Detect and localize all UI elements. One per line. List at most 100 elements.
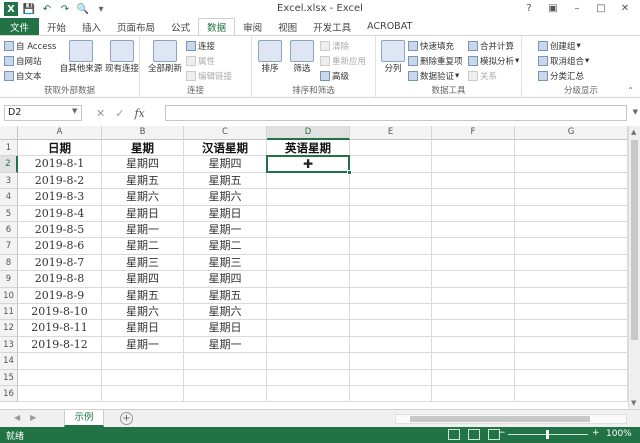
cell-g10[interactable] bbox=[515, 287, 628, 304]
sort-button[interactable]: 排序 bbox=[256, 40, 284, 75]
row-header-12[interactable]: 12 bbox=[0, 320, 18, 337]
ungroup-button[interactable]: 取消组合 ▾ bbox=[538, 55, 589, 67]
cell-f13[interactable] bbox=[432, 336, 515, 354]
column-header-f[interactable]: F bbox=[432, 126, 515, 140]
row-header-8[interactable]: 8 bbox=[0, 254, 18, 272]
cell-g13[interactable] bbox=[515, 336, 628, 354]
text-to-columns-button[interactable]: 分列 bbox=[380, 40, 406, 75]
tab-developer[interactable]: 开发工具 bbox=[305, 18, 359, 35]
page-layout-view-icon[interactable] bbox=[468, 429, 480, 440]
row-header-10[interactable]: 10 bbox=[0, 287, 18, 304]
next-sheet-icon[interactable]: ▶ bbox=[30, 413, 36, 422]
cell-a15[interactable] bbox=[18, 369, 102, 386]
row-header-14[interactable]: 14 bbox=[0, 353, 18, 370]
cell-e12[interactable] bbox=[350, 320, 432, 337]
cell-c12[interactable]: 星期日 bbox=[184, 320, 267, 337]
row-header-11[interactable]: 11 bbox=[0, 304, 18, 321]
cell-d4[interactable] bbox=[267, 189, 350, 206]
tab-acrobat[interactable]: ACROBAT bbox=[359, 18, 420, 35]
cell-c9[interactable]: 星期四 bbox=[184, 271, 267, 288]
cell-f1[interactable] bbox=[432, 140, 515, 157]
chevron-down-icon[interactable]: ▼ bbox=[72, 107, 77, 115]
cell-a7[interactable]: 2019-8-6 bbox=[18, 238, 102, 255]
subtotal-button[interactable]: 分类汇总 bbox=[538, 70, 584, 82]
maximize-button[interactable]: □ bbox=[590, 1, 612, 16]
cell-d1[interactable]: 英语星期 bbox=[267, 140, 350, 157]
scroll-up-icon[interactable]: ▲ bbox=[631, 128, 636, 136]
row-header-6[interactable]: 6 bbox=[0, 222, 18, 239]
cell-a5[interactable]: 2019-8-4 bbox=[18, 205, 102, 222]
cell-f14[interactable] bbox=[432, 353, 515, 370]
worksheet-grid[interactable]: A B C D E F G 1 日期 星期 汉语星期 英语星期 2 2019-8-1 星期四 星期四 3 2019… bbox=[0, 126, 628, 409]
cell-g8[interactable] bbox=[515, 254, 628, 272]
cell-g15[interactable] bbox=[515, 369, 628, 386]
cell-g12[interactable] bbox=[515, 320, 628, 337]
row-header-5[interactable]: 5 bbox=[0, 205, 18, 222]
cell-c2[interactable]: 星期四 bbox=[184, 156, 267, 173]
cell-f3[interactable] bbox=[432, 172, 515, 190]
cell-d16[interactable] bbox=[267, 386, 350, 403]
cell-b5[interactable]: 星期日 bbox=[102, 205, 184, 222]
cell-d6[interactable] bbox=[267, 222, 350, 239]
tab-insert[interactable]: 插入 bbox=[74, 18, 109, 35]
cell-b15[interactable] bbox=[102, 369, 184, 386]
tab-page-layout[interactable]: 页面布局 bbox=[109, 18, 163, 35]
cell-a16[interactable] bbox=[18, 386, 102, 403]
cell-a3[interactable]: 2019-8-2 bbox=[18, 172, 102, 190]
reapply-button[interactable]: 重新应用 bbox=[320, 55, 366, 67]
advanced-filter-button[interactable]: 高级 bbox=[320, 70, 349, 82]
cell-c11[interactable]: 星期六 bbox=[184, 304, 267, 321]
cell-b7[interactable]: 星期二 bbox=[102, 238, 184, 255]
scroll-down-icon[interactable]: ▼ bbox=[631, 399, 636, 407]
zoom-slider-knob[interactable] bbox=[546, 430, 549, 439]
cell-b6[interactable]: 星期一 bbox=[102, 222, 184, 239]
cell-a2[interactable]: 2019-8-1 bbox=[18, 156, 102, 173]
cell-g9[interactable] bbox=[515, 271, 628, 288]
collapse-ribbon-icon[interactable]: ⌃ bbox=[627, 86, 634, 95]
cell-g6[interactable] bbox=[515, 222, 628, 239]
cell-a4[interactable]: 2019-8-3 bbox=[18, 189, 102, 206]
cell-a6[interactable]: 2019-8-5 bbox=[18, 222, 102, 239]
row-header-3[interactable]: 3 bbox=[0, 172, 18, 190]
insert-function-icon[interactable]: fx bbox=[134, 107, 144, 120]
tab-file[interactable]: 文件 bbox=[0, 18, 40, 35]
cell-d11[interactable] bbox=[267, 304, 350, 321]
group-button[interactable]: 创建组 ▾ bbox=[538, 40, 581, 52]
from-other-sources-button[interactable]: 自其他来源 bbox=[58, 40, 104, 75]
cell-a1[interactable]: 日期 bbox=[18, 140, 102, 157]
cell-d14[interactable] bbox=[267, 353, 350, 370]
cell-b3[interactable]: 星期五 bbox=[102, 172, 184, 190]
cell-c15[interactable] bbox=[184, 369, 267, 386]
cell-d7[interactable] bbox=[267, 238, 350, 255]
expand-formula-bar-icon[interactable]: ▼ bbox=[633, 108, 638, 116]
what-if-analysis-button[interactable]: 模拟分析 ▾ bbox=[468, 55, 519, 67]
cell-a11[interactable]: 2019-8-10 bbox=[18, 304, 102, 321]
tab-view[interactable]: 视图 bbox=[270, 18, 305, 35]
cell-g5[interactable] bbox=[515, 205, 628, 222]
cell-g4[interactable] bbox=[515, 189, 628, 206]
cell-d9[interactable] bbox=[267, 271, 350, 288]
cell-f2[interactable] bbox=[432, 156, 515, 173]
column-header-a[interactable]: A bbox=[18, 126, 102, 140]
consolidate-button[interactable]: 合并计算 bbox=[468, 40, 514, 52]
cell-e6[interactable] bbox=[350, 222, 432, 239]
cell-g1[interactable] bbox=[515, 140, 628, 157]
cell-c10[interactable]: 星期五 bbox=[184, 287, 267, 304]
prev-sheet-icon[interactable]: ◀ bbox=[14, 413, 20, 422]
cell-e9[interactable] bbox=[350, 271, 432, 288]
cell-d5[interactable] bbox=[267, 205, 350, 222]
cell-f11[interactable] bbox=[432, 304, 515, 321]
scrollbar-thumb[interactable] bbox=[410, 416, 590, 422]
row-header-15[interactable]: 15 bbox=[0, 369, 18, 386]
cell-f15[interactable] bbox=[432, 369, 515, 386]
cell-e13[interactable] bbox=[350, 336, 432, 354]
cell-f9[interactable] bbox=[432, 271, 515, 288]
remove-duplicates-button[interactable]: 删除重复项 bbox=[408, 55, 463, 67]
cell-a9[interactable]: 2019-8-8 bbox=[18, 271, 102, 288]
edit-links-button[interactable]: 编辑链接 bbox=[186, 70, 232, 82]
zoom-in-button[interactable]: + bbox=[592, 428, 600, 438]
cell-g16[interactable] bbox=[515, 386, 628, 403]
data-validation-button[interactable]: 数据验证 ▾ bbox=[408, 70, 459, 82]
cell-d15[interactable] bbox=[267, 369, 350, 386]
cell-b13[interactable]: 星期一 bbox=[102, 336, 184, 354]
